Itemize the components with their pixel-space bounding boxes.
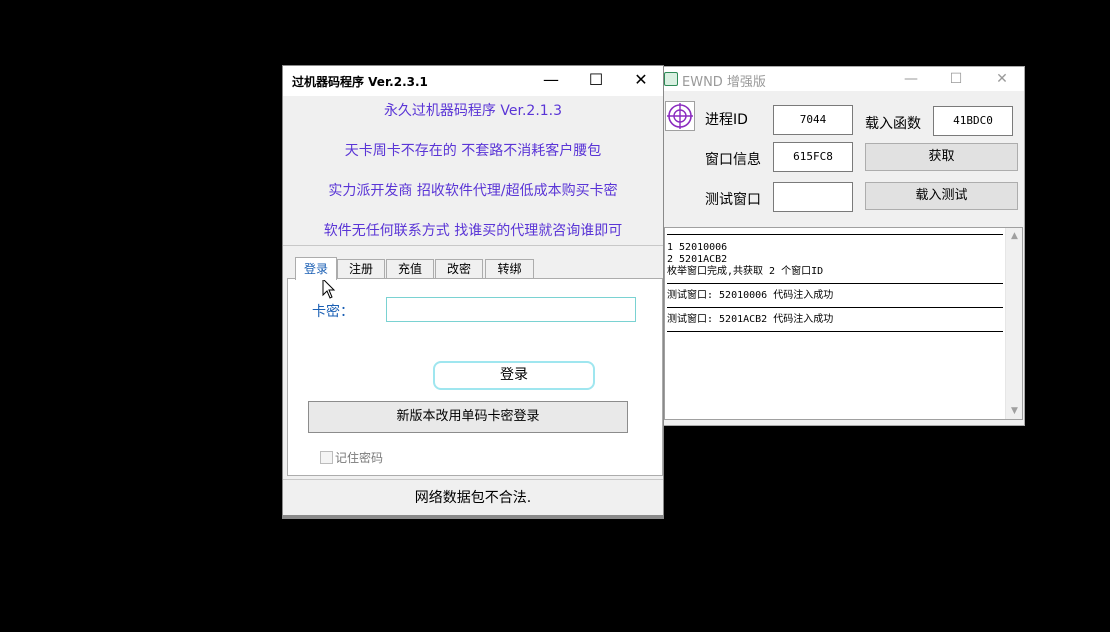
status-bar: 网络数据包不合法. bbox=[283, 479, 663, 515]
log-entry: 测试窗口: 52010006 代码注入成功 bbox=[667, 284, 1003, 302]
log-line: 测试窗口: 5201ACB2 代码注入成功 bbox=[667, 314, 834, 325]
log-line: 2 5201ACB2 bbox=[667, 254, 728, 265]
main-titlebar[interactable]: 过机器码程序 Ver.2.3.1 — ☐ ✕ bbox=[283, 66, 663, 96]
minimize-button[interactable]: — bbox=[899, 69, 923, 89]
tab-rebind[interactable]: 转绑 bbox=[485, 259, 534, 279]
single-code-login-button[interactable]: 新版本改用单码卡密登录 bbox=[308, 401, 628, 433]
crosshair-finder-icon[interactable] bbox=[665, 101, 695, 131]
window-title: 过机器码程序 Ver.2.3.1 bbox=[292, 75, 428, 89]
close-button[interactable]: ✕ bbox=[990, 69, 1014, 89]
tab-login[interactable]: 登录 bbox=[295, 257, 337, 280]
card-key-label: 卡密： bbox=[312, 304, 354, 320]
test-window-field[interactable] bbox=[773, 182, 853, 212]
ewnd-window: EWND 增强版 — ☐ ✕ 进程ID 7044 载入函数 41BDC0 窗口信… bbox=[660, 66, 1025, 426]
log-line: 1 52010006 bbox=[667, 242, 728, 253]
main-window: 过机器码程序 Ver.2.3.1 — ☐ ✕ 永久过机器码程序 Ver.2.1.… bbox=[282, 65, 664, 519]
window-bottom-border bbox=[283, 515, 663, 518]
banner-line: 实力派开发商 招收软件代理/超低成本购买卡密 bbox=[328, 183, 618, 199]
window-info-field[interactable]: 615FC8 bbox=[773, 142, 853, 172]
crosshair-icon bbox=[667, 103, 693, 129]
login-button[interactable]: 登录 bbox=[433, 361, 595, 390]
tab-change-password[interactable]: 改密 bbox=[435, 259, 483, 279]
window-title: EWND 增强版 bbox=[682, 75, 766, 90]
log-line: 测试窗口: 52010006 代码注入成功 bbox=[667, 290, 834, 301]
login-panel: 卡密： 登录 新版本改用单码卡密登录 记住密码 bbox=[287, 278, 663, 476]
scroll-down-icon[interactable]: ▼ bbox=[1006, 403, 1022, 419]
test-window-label: 测试窗口 bbox=[705, 192, 761, 208]
close-button[interactable]: ✕ bbox=[626, 68, 656, 92]
log-list: 1 52010006 2 5201ACB2 枚举窗口完成,共获取 2 个窗口ID… bbox=[667, 228, 1003, 332]
log-separator bbox=[667, 331, 1003, 332]
log-line: 枚举窗口完成,共获取 2 个窗口ID bbox=[667, 266, 824, 277]
process-id-label: 进程ID bbox=[705, 112, 748, 128]
mouse-cursor-icon bbox=[322, 278, 336, 299]
log-entry: 测试窗口: 5201ACB2 代码注入成功 bbox=[667, 308, 1003, 326]
load-function-label: 载入函数 bbox=[865, 116, 921, 132]
log-scrollbar[interactable]: ▲ ▼ bbox=[1005, 228, 1022, 419]
scroll-up-icon[interactable]: ▲ bbox=[1006, 228, 1022, 244]
ewnd-titlebar[interactable]: EWND 增强版 — ☐ ✕ bbox=[661, 67, 1024, 91]
log-panel[interactable]: 1 52010006 2 5201ACB2 枚举窗口完成,共获取 2 个窗口ID… bbox=[664, 227, 1023, 420]
app-icon bbox=[664, 72, 678, 86]
banner-line: 天卡周卡不存在的 不套路不消耗客户腰包 bbox=[344, 143, 602, 159]
log-entry: 1 52010006 2 5201ACB2 枚举窗口完成,共获取 2 个窗口ID bbox=[667, 235, 1003, 278]
promo-banner: 永久过机器码程序 Ver.2.1.3 天卡周卡不存在的 不套路不消耗客户腰包 实… bbox=[283, 96, 663, 246]
tab-recharge[interactable]: 充值 bbox=[386, 259, 434, 279]
banner-line: 永久过机器码程序 Ver.2.1.3 bbox=[383, 103, 563, 119]
process-id-field[interactable]: 7044 bbox=[773, 105, 853, 135]
checkbox-icon[interactable] bbox=[320, 451, 333, 464]
card-key-input[interactable] bbox=[386, 297, 636, 322]
get-button[interactable]: 获取 bbox=[865, 143, 1018, 171]
banner-line: 软件无任何联系方式 找谁买的代理就咨询谁即可 bbox=[323, 223, 623, 239]
maximize-button[interactable]: ☐ bbox=[581, 68, 611, 92]
load-function-field[interactable]: 41BDC0 bbox=[933, 106, 1013, 136]
maximize-button[interactable]: ☐ bbox=[944, 69, 968, 89]
load-test-button[interactable]: 载入测试 bbox=[865, 182, 1018, 210]
remember-password-label: 记住密码 bbox=[335, 451, 384, 465]
tab-register[interactable]: 注册 bbox=[337, 259, 385, 279]
minimize-button[interactable]: — bbox=[536, 68, 566, 92]
window-info-label: 窗口信息 bbox=[705, 152, 761, 168]
